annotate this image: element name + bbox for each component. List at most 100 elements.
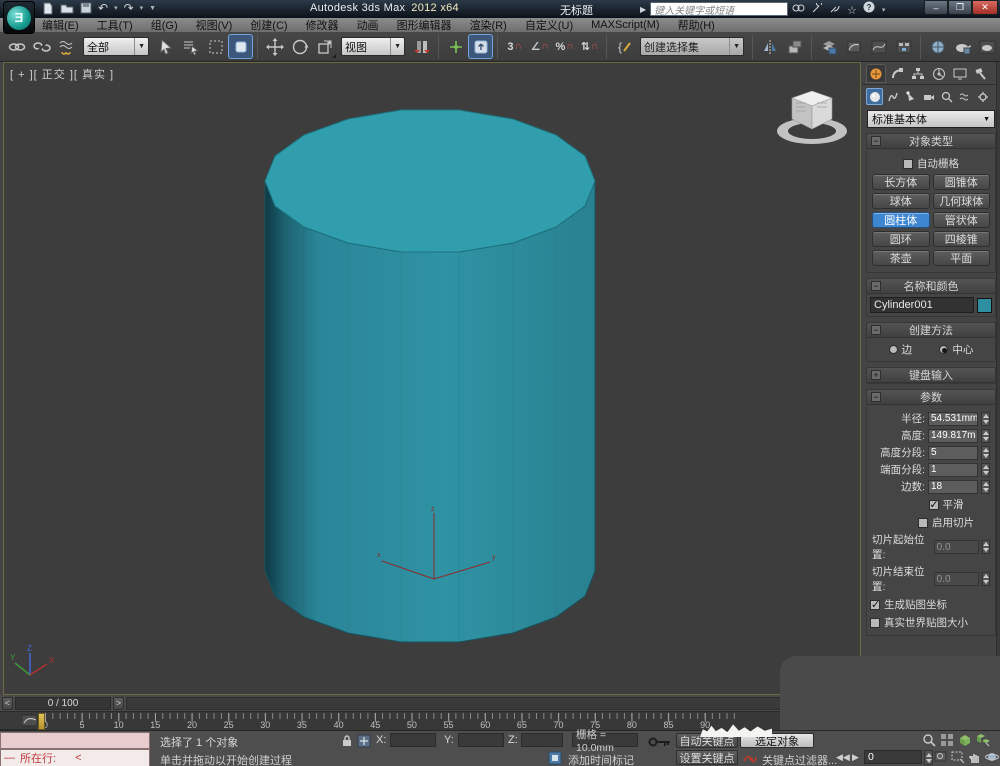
timeline-ruler[interactable]: 051015202530354045505560657075808590 <box>36 712 792 731</box>
subscription-wrench-icon[interactable] <box>811 1 823 19</box>
collapse-icon[interactable]: − <box>871 136 881 146</box>
unlink-selection-icon[interactable] <box>29 34 54 59</box>
menu-item[interactable]: 修改器 <box>306 17 339 33</box>
object-type-button[interactable]: 茶壶 <box>872 250 930 266</box>
smooth-checkbox[interactable] <box>929 500 939 510</box>
tab-modify[interactable] <box>887 64 907 83</box>
menu-item[interactable]: 图形编辑器 <box>397 17 452 33</box>
schematic-view-icon[interactable] <box>891 34 916 59</box>
z-coordinate-field[interactable] <box>521 733 563 747</box>
rectangular-selection-region-icon[interactable] <box>203 34 228 59</box>
current-time-field[interactable]: 0 <box>864 750 922 764</box>
qat-options-dropdown[interactable]: ▼ <box>149 5 156 12</box>
open-file-button[interactable] <box>60 2 74 14</box>
help-dropdown[interactable]: ▾ <box>882 6 886 14</box>
mapping-coords-checkbox[interactable] <box>870 600 880 610</box>
favorites-star-icon[interactable]: ☆ <box>847 4 857 17</box>
perspective-viewport[interactable]: [ + ][ 正交 ][ 真实 ] <box>3 62 861 695</box>
reference-coordinate-dropdown[interactable]: 视图▼ <box>341 37 405 56</box>
slice-from-spinner[interactable] <box>982 540 990 554</box>
height-field[interactable]: 149.817m <box>928 429 978 443</box>
maxscript-listener-input[interactable]: — 所在行: < <box>0 749 150 766</box>
select-object-icon[interactable] <box>153 34 178 59</box>
mirror-icon[interactable] <box>757 34 782 59</box>
cap-segments-spinner[interactable] <box>981 463 990 477</box>
window-crossing-toggle-icon[interactable] <box>228 34 253 59</box>
collapse-icon[interactable]: − <box>871 325 881 335</box>
set-keys-icon[interactable] <box>742 751 758 766</box>
angle-snap-toggle-icon[interactable]: ∠∩ <box>527 34 552 59</box>
infocenter-search-input[interactable]: 键入关键字或短语 <box>650 2 788 16</box>
minimize-button[interactable]: – <box>924 0 948 15</box>
object-type-button[interactable]: 圆柱体 <box>872 212 930 228</box>
viewcube[interactable] <box>772 85 852 149</box>
menu-item[interactable]: 渲染(R) <box>470 17 507 33</box>
absolute-mode-icon[interactable] <box>357 734 371 751</box>
select-and-move-icon[interactable] <box>262 34 287 59</box>
zoom-all-icon[interactable] <box>940 733 955 750</box>
align-icon[interactable] <box>782 34 807 59</box>
menu-item[interactable]: 创建(C) <box>250 17 287 33</box>
zoom-extents-all-icon[interactable] <box>976 733 991 750</box>
select-and-scale-icon[interactable] <box>312 34 337 59</box>
undo-button[interactable]: ↶ <box>98 1 108 15</box>
zoom-region-icon[interactable] <box>951 750 965 766</box>
menu-item[interactable]: 视图(V) <box>196 17 233 33</box>
search-icon[interactable] <box>792 1 805 19</box>
center-radio[interactable] <box>939 345 948 354</box>
tab-create[interactable] <box>866 64 886 83</box>
radius-spinner[interactable] <box>981 412 990 426</box>
object-type-button[interactable]: 四棱锥 <box>933 231 991 247</box>
previous-frame-button[interactable]: < <box>2 697 13 710</box>
rendered-frame-window-icon[interactable] <box>975 34 1000 59</box>
select-and-rotate-icon[interactable] <box>287 34 312 59</box>
curve-editor-icon[interactable] <box>866 34 891 59</box>
x-coordinate-field[interactable] <box>390 733 436 747</box>
sides-spinner[interactable] <box>981 480 990 494</box>
help-icon[interactable]: ? <box>863 1 876 19</box>
tab-hierarchy[interactable] <box>908 64 928 83</box>
pan-hand-icon[interactable] <box>968 750 982 766</box>
menu-item[interactable]: 编辑(E) <box>42 17 79 33</box>
snap-toggle-3d-icon[interactable]: 3∩ <box>502 34 527 59</box>
select-and-manipulate-icon[interactable] <box>443 34 468 59</box>
cap-segments-field[interactable]: 1 <box>928 463 978 477</box>
menu-item[interactable]: 帮助(H) <box>678 17 715 33</box>
radius-field[interactable]: 54.531mm <box>928 412 978 426</box>
selection-filter-dropdown[interactable]: 全部▼ <box>83 37 149 56</box>
slice-to-spinner[interactable] <box>982 572 990 586</box>
graphite-modeling-icon[interactable] <box>841 34 866 59</box>
zoom-icon[interactable] <box>922 733 937 750</box>
collapse-icon[interactable]: − <box>871 392 881 402</box>
maxscript-listener-line[interactable] <box>0 732 150 749</box>
previous-key-button[interactable]: ◀◀ <box>836 752 850 763</box>
maximize-button[interactable]: ❐ <box>948 0 972 15</box>
tab-display[interactable] <box>950 64 970 83</box>
autogrid-checkbox[interactable] <box>903 159 913 169</box>
close-button[interactable]: ✕ <box>972 0 998 15</box>
object-color-swatch[interactable] <box>977 298 992 313</box>
redo-dropdown[interactable]: ▾ <box>140 4 144 12</box>
slice-to-field[interactable]: 0.0 <box>934 572 979 586</box>
field-of-view-icon[interactable] <box>934 750 948 766</box>
zoom-extents-icon[interactable] <box>958 733 973 750</box>
realworld-map-checkbox[interactable] <box>870 618 880 628</box>
menu-item[interactable]: 工具(T) <box>97 17 133 33</box>
menu-item[interactable]: 组(G) <box>151 17 178 33</box>
object-type-button[interactable]: 管状体 <box>933 212 991 228</box>
edge-radio[interactable] <box>889 345 898 354</box>
menu-item[interactable]: MAXScript(M) <box>591 19 659 31</box>
use-pivot-point-center-icon[interactable] <box>409 34 434 59</box>
subtab-shapes[interactable] <box>884 88 901 105</box>
height-segments-spinner[interactable] <box>981 446 990 460</box>
subtab-geometry[interactable] <box>866 88 883 105</box>
slice-on-checkbox[interactable] <box>918 518 928 528</box>
named-selection-set-field[interactable]: 创建选择集▼ <box>640 37 744 56</box>
height-segments-field[interactable]: 5 <box>928 446 978 460</box>
render-setup-icon[interactable] <box>950 34 975 59</box>
new-file-button[interactable] <box>42 2 54 15</box>
communication-center-icon[interactable] <box>829 1 841 19</box>
track-bar-strip[interactable] <box>126 697 786 710</box>
object-name-input[interactable]: Cylinder001 <box>870 297 974 313</box>
redo-button[interactable]: ↷ <box>124 1 134 15</box>
